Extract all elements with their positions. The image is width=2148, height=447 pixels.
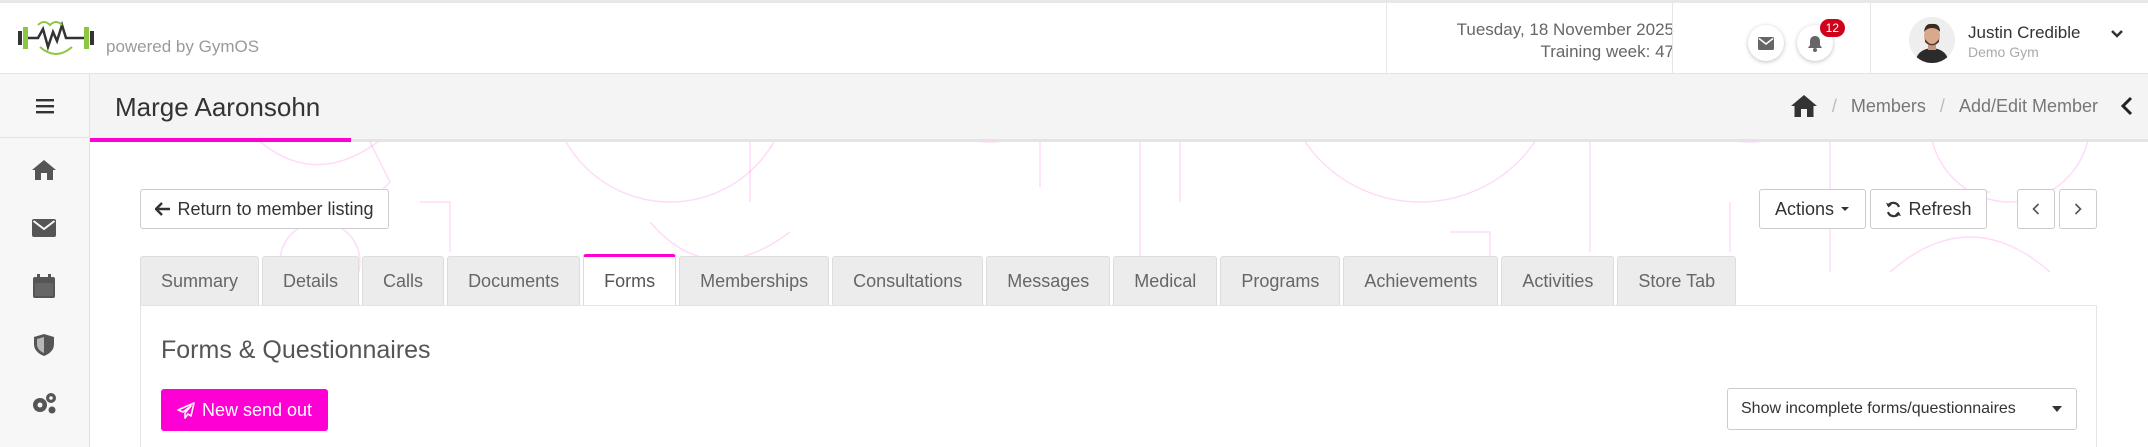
training-week: Training week: 47	[1540, 42, 1674, 61]
caret-down-icon	[2052, 406, 2062, 412]
date-block: Tuesday, 18 November 2025 Training week:…	[1457, 19, 1674, 63]
sidebar-item-messages[interactable]	[29, 213, 59, 243]
powered-by-text: powered by GymOS	[106, 37, 260, 56]
envelope-icon	[1758, 36, 1774, 50]
refresh-icon	[1886, 201, 1902, 217]
new-send-out-button[interactable]: New send out	[161, 389, 328, 431]
user-photo	[1909, 17, 1955, 63]
home-icon	[32, 160, 56, 180]
notification-count-badge: 12	[1819, 19, 1845, 37]
arrow-left-icon	[155, 202, 171, 216]
main-content: Return to member listing Actions Refresh…	[90, 142, 2148, 447]
forms-filter-select[interactable]: Show incomplete forms/questionnaires	[1727, 388, 2077, 430]
hamburger-icon	[36, 98, 54, 113]
new-send-out-label: New send out	[201, 399, 313, 420]
breadcrumb: / Members / Add/Edit Member	[1790, 94, 2098, 118]
notifications-button[interactable]: 12	[1797, 19, 1845, 61]
sidebar-item-home[interactable]	[29, 155, 59, 185]
avatar[interactable]	[1909, 17, 1955, 63]
cogs-icon	[33, 393, 56, 414]
sidebar-item-security[interactable]	[29, 330, 59, 360]
sidebar	[0, 74, 90, 447]
bell-icon	[1808, 35, 1822, 52]
tab-memberships[interactable]: Memberships	[679, 256, 830, 305]
return-to-listing-button[interactable]: Return to member listing	[140, 189, 389, 229]
breadcrumb-separator: /	[1831, 95, 1837, 116]
page-header: Marge Aaronsohn / Members / Add/Edit Mem…	[90, 74, 2148, 142]
member-tabs: Summary Details Calls Documents Forms Me…	[140, 254, 1739, 305]
tab-details[interactable]: Details	[262, 256, 360, 305]
tab-activities[interactable]: Activities	[1501, 256, 1615, 305]
sidebar-item-settings[interactable]	[29, 388, 59, 418]
chevron-left-icon	[2032, 203, 2040, 215]
paper-plane-icon	[177, 401, 195, 419]
current-date: Tuesday, 18 November 2025	[1456, 20, 1674, 39]
header-divider	[1672, 3, 1673, 74]
header-divider	[1870, 3, 1871, 74]
forms-filter-value: Show incomplete forms/questionnaires	[1741, 400, 2016, 417]
tab-consultations[interactable]: Consultations	[832, 256, 984, 305]
shield-icon	[34, 334, 54, 356]
tab-messages[interactable]: Messages	[986, 256, 1111, 305]
tab-calls[interactable]: Calls	[362, 256, 445, 305]
user-name[interactable]: Justin Credible	[1968, 23, 2080, 43]
next-member-button[interactable]	[2059, 189, 2097, 229]
messages-button[interactable]	[1748, 25, 1784, 61]
breadcrumb-current: Add/Edit Member	[1958, 95, 2098, 116]
forms-panel: Forms & Questionnaires New send out Show…	[140, 305, 2097, 447]
user-gym: Demo Gym	[1968, 44, 2039, 60]
tab-medical[interactable]: Medical	[1113, 256, 1218, 305]
page-title: Marge Aaronsohn	[115, 92, 321, 122]
tab-achievements[interactable]: Achievements	[1343, 256, 1499, 305]
sidebar-item-calendar[interactable]	[29, 271, 59, 301]
calendar-icon	[33, 274, 55, 298]
header-divider	[1386, 3, 1387, 74]
top-header: powered by GymOS Tuesday, 18 November 20…	[0, 0, 2148, 74]
return-to-listing-label: Return to member listing	[177, 198, 374, 219]
tab-documents[interactable]: Documents	[447, 256, 581, 305]
tab-forms[interactable]: Forms	[583, 254, 677, 305]
tab-programs[interactable]: Programs	[1220, 256, 1341, 305]
previous-member-button[interactable]	[2017, 189, 2055, 229]
envelope-icon	[32, 219, 56, 237]
home-icon[interactable]	[1790, 94, 1818, 118]
chevron-left-icon[interactable]	[2120, 96, 2134, 116]
tab-store[interactable]: Store Tab	[1617, 256, 1737, 305]
forms-panel-title: Forms & Questionnaires	[161, 336, 431, 364]
refresh-label: Refresh	[1908, 198, 1972, 219]
chevron-down-icon[interactable]	[2110, 29, 2124, 39]
caret-down-icon	[1841, 207, 1850, 211]
tab-summary[interactable]: Summary	[140, 256, 260, 305]
chevron-right-icon	[2074, 203, 2082, 215]
refresh-button[interactable]: Refresh	[1870, 189, 1987, 229]
gym-logo[interactable]	[16, 17, 96, 59]
breadcrumb-separator: /	[1939, 95, 1945, 116]
menu-toggle-button[interactable]	[0, 74, 90, 138]
actions-label: Actions	[1774, 198, 1835, 219]
actions-dropdown-button[interactable]: Actions	[1759, 189, 1866, 229]
breadcrumb-members[interactable]: Members	[1851, 96, 1926, 117]
